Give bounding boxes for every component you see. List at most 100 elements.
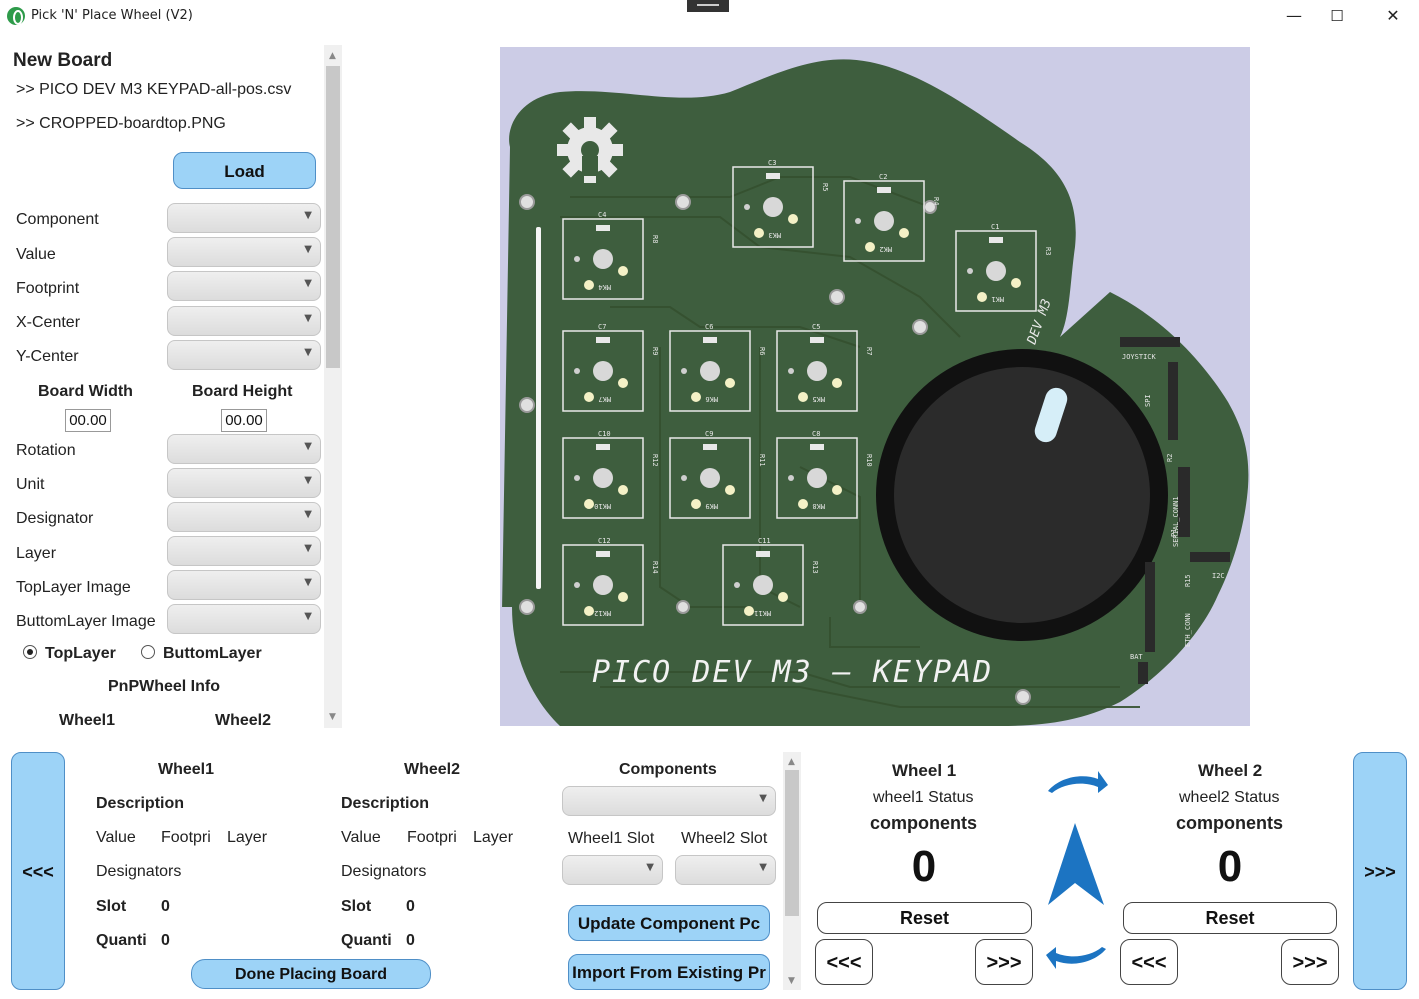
resistor-label: R10 <box>865 454 873 467</box>
wheel2-slot-dropdown[interactable]: ▼ <box>675 855 776 885</box>
rotation-dropdown[interactable]: ▼ <box>167 434 321 464</box>
switch-label: MK2 <box>879 245 892 253</box>
board-width-input[interactable]: 00.00 <box>65 409 111 432</box>
unit-label: Unit <box>16 476 45 493</box>
board-height-label: Board Height <box>192 383 293 400</box>
capacitor-label: C4 <box>598 211 606 219</box>
wheel1-quantity-label: Quanti <box>96 932 147 949</box>
done-placing-board-button[interactable]: Done Placing Board <box>191 959 431 989</box>
resistor-label: R11 <box>758 454 766 467</box>
next-button[interactable]: >>> <box>1353 752 1407 990</box>
wheel1-quantity-value: 0 <box>161 932 170 949</box>
wheel1-heading: Wheel1 <box>59 712 116 729</box>
pcb-render: C4 MK4 R8 C3 MK3 R5 C2 MK2 R4 C1 MK1 R3 C7 MK7 R9 C6 MK6… <box>500 59 1249 726</box>
left-scrollbar-thumb[interactable] <box>326 66 340 368</box>
capacitor-label: C2 <box>879 173 887 181</box>
wheel1-value-label: Value <box>96 829 136 846</box>
capacitor-label: C12 <box>598 537 611 545</box>
wheel2-component-count: 0 <box>1217 842 1243 891</box>
resistor-label: R6 <box>758 347 766 355</box>
wheel2-quantity-value: 0 <box>406 932 415 949</box>
update-component-button[interactable]: Update Component Pc <box>568 905 770 941</box>
resistor-label: R5 <box>821 183 829 191</box>
r15-label: R15 <box>1184 574 1192 587</box>
wheel1-prev-button[interactable]: <<< <box>815 939 873 985</box>
import-existing-button[interactable]: Import From Existing Pr <box>568 954 770 990</box>
scroll-up-icon[interactable]: ▲ <box>324 51 341 61</box>
wheel1-slot-dropdown[interactable]: ▼ <box>562 855 663 885</box>
wheel1-components-label: components <box>870 813 978 833</box>
r2-label: R2 <box>1166 454 1174 462</box>
wheel2-next-button[interactable]: >>> <box>1281 939 1339 985</box>
toplayer-radio[interactable] <box>23 645 37 659</box>
wheel1-reset-button[interactable]: Reset <box>817 902 1032 934</box>
resistor-label: R8 <box>651 235 659 243</box>
bat-label: BAT <box>1130 653 1143 661</box>
chevron-down-icon: ▼ <box>304 509 312 520</box>
switch-label: MK5 <box>812 395 825 403</box>
switch-label: MK7 <box>598 395 611 403</box>
capacitor-label: C5 <box>812 323 820 331</box>
components-dropdown[interactable]: ▼ <box>562 786 776 816</box>
wheel2-heading: Wheel2 <box>215 712 272 729</box>
wheel2-components-label: components <box>1176 813 1284 833</box>
wheel1-status-text: wheel1 Status <box>873 789 974 806</box>
footprint-label: Footprint <box>16 280 80 297</box>
chevron-down-icon: ▼ <box>304 475 312 486</box>
wheel1-next-button[interactable]: >>> <box>975 939 1033 985</box>
resistor-label: R7 <box>865 347 873 355</box>
switch-label: MK8 <box>812 502 825 510</box>
rotate-clockwise-icon[interactable] <box>1048 771 1108 793</box>
board-height-input[interactable]: 00.00 <box>221 409 267 432</box>
wheel2-prev-button[interactable]: <<< <box>1120 939 1178 985</box>
wheel1-component-count: 0 <box>911 842 937 891</box>
footprint-dropdown[interactable]: ▼ <box>167 271 321 301</box>
wheel2-slot-heading: Wheel2 Slot <box>681 830 768 847</box>
chevron-down-icon: ▼ <box>304 543 312 554</box>
switch-label: MK12 <box>594 609 611 617</box>
designator-dropdown[interactable]: ▼ <box>167 502 321 532</box>
wheel1-description-label: Description <box>96 795 185 812</box>
scroll-down-icon[interactable]: ▼ <box>783 976 800 986</box>
unit-dropdown[interactable]: ▼ <box>167 468 321 498</box>
wheel2-value-label: Value <box>341 829 381 846</box>
chevron-down-icon: ▼ <box>304 347 312 358</box>
maximize-button[interactable]: ☐ <box>1317 4 1357 28</box>
value-label: Value <box>16 246 56 263</box>
load-button[interactable]: Load <box>173 152 316 189</box>
previous-button[interactable]: <<< <box>11 752 65 990</box>
wheel2-reset-button[interactable]: Reset <box>1123 902 1337 934</box>
buttomlayer-image-dropdown[interactable]: ▼ <box>167 604 321 634</box>
board-width-label: Board Width <box>38 383 133 400</box>
switch-label: MK10 <box>594 502 611 510</box>
scroll-down-icon[interactable]: ▼ <box>324 712 341 722</box>
chevron-down-icon: ▼ <box>304 441 312 452</box>
y-center-label: Y-Center <box>16 348 79 365</box>
chevron-down-icon: ▼ <box>646 862 654 873</box>
up-arrow-icon[interactable] <box>1048 823 1104 905</box>
buttomlayer-radio[interactable] <box>141 645 155 659</box>
chevron-down-icon: ▼ <box>304 244 312 255</box>
scroll-up-icon[interactable]: ▲ <box>783 757 800 767</box>
capacitor-label: C7 <box>598 323 606 331</box>
components-scrollbar-thumb[interactable] <box>785 770 799 916</box>
component-dropdown[interactable]: ▼ <box>167 203 321 233</box>
chevron-down-icon: ▼ <box>304 577 312 588</box>
wheel1-designators-label: Designators <box>96 863 182 880</box>
minimize-button[interactable]: — <box>1274 4 1314 28</box>
close-button[interactable]: ✕ <box>1373 4 1413 28</box>
layer-dropdown[interactable]: ▼ <box>167 536 321 566</box>
capacitor-label: C1 <box>991 223 999 231</box>
x-center-dropdown[interactable]: ▼ <box>167 306 321 336</box>
chevron-down-icon: ▼ <box>304 210 312 221</box>
toplayer-image-dropdown[interactable]: ▼ <box>167 570 321 600</box>
value-dropdown[interactable]: ▼ <box>167 237 321 267</box>
rotate-counterclockwise-icon[interactable] <box>1046 947 1106 969</box>
y-center-dropdown[interactable]: ▼ <box>167 340 321 370</box>
component-label: Component <box>16 211 99 228</box>
wheel1-layer-label: Layer <box>227 829 268 846</box>
app-logo-icon <box>7 7 25 25</box>
drag-handle[interactable] <box>687 0 729 12</box>
spi-label: SPI <box>1144 394 1152 407</box>
chevron-down-icon: ▼ <box>759 862 767 873</box>
